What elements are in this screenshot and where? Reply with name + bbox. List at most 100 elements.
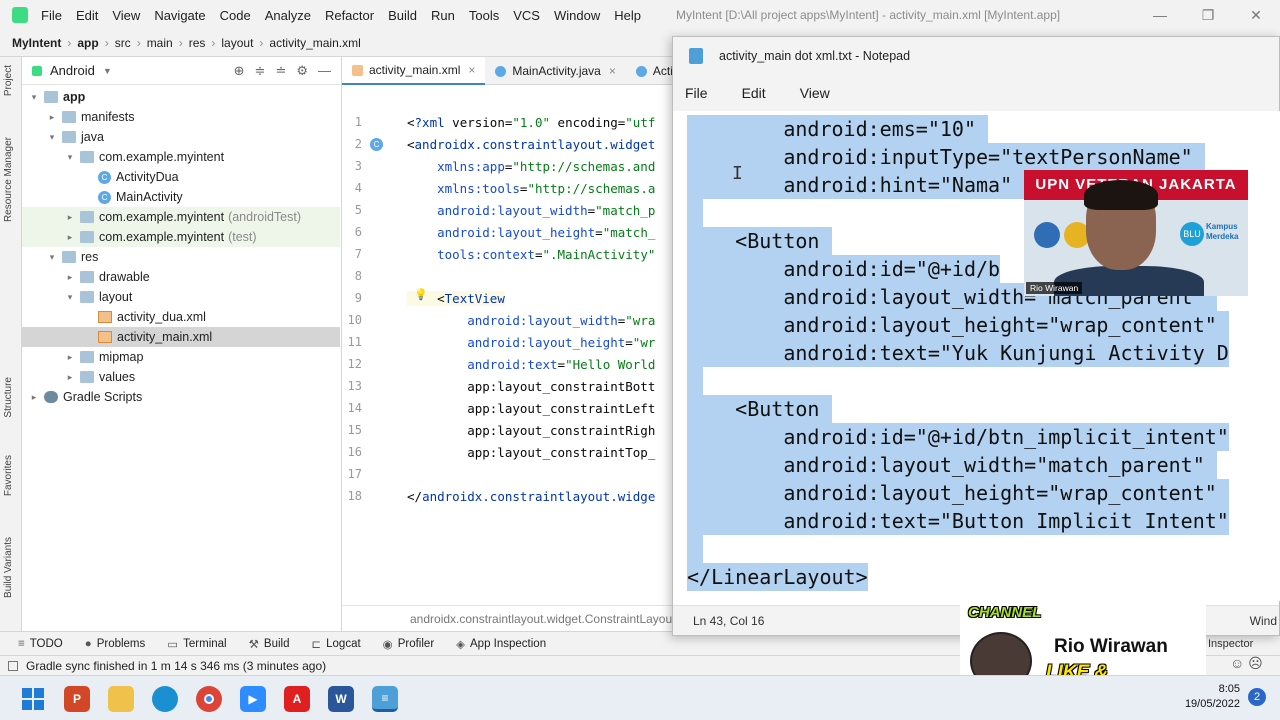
code-line[interactable]: app:layout_constraintBott <box>407 379 655 394</box>
tree-item[interactable]: activity_main.xml <box>22 327 340 347</box>
tree-item[interactable]: ▾ layout <box>22 287 340 307</box>
menu-refactor[interactable]: Refactor <box>318 8 381 23</box>
code-line[interactable]: android:layout_height="match_ <box>407 225 655 240</box>
tree-item[interactable]: ▾ res <box>22 247 340 267</box>
code-line[interactable]: <?xml version="1.0" encoding="utf <box>407 115 655 130</box>
tool-project[interactable]: Project <box>3 65 14 96</box>
tool-favorites[interactable]: Favorites <box>3 455 14 496</box>
tool-terminal[interactable]: ▭ Terminal <box>167 637 226 651</box>
tree-item[interactable]: C ActivityDua <box>22 167 340 187</box>
notification-badge[interactable]: 2 <box>1248 688 1266 706</box>
np-menu-edit[interactable]: Edit <box>742 85 766 101</box>
tree-item[interactable]: ▸ Gradle Scripts <box>22 387 340 407</box>
tool-app-inspection[interactable]: ◈ App Inspection <box>456 637 546 651</box>
menu-analyze[interactable]: Analyze <box>258 8 318 23</box>
tool-profiler[interactable]: ◉ Profiler <box>383 637 434 651</box>
tool-todo[interactable]: ≡ TODO <box>18 638 63 650</box>
chevron-icon[interactable]: ▸ <box>28 392 40 403</box>
notepad-line[interactable] <box>687 199 703 227</box>
hide-icon[interactable]: — <box>318 63 331 79</box>
code-line[interactable]: android:layout_width="wra <box>407 313 655 328</box>
close-icon[interactable]: ✕ <box>1232 0 1280 30</box>
close-icon[interactable]: × <box>609 64 616 78</box>
code-line[interactable]: android:text="Hello World <box>407 357 655 372</box>
zoom-icon[interactable]: ▶ <box>240 686 266 712</box>
tab-activity-main[interactable]: activity_main.xml × <box>342 57 486 85</box>
crumb-project[interactable]: MyIntent <box>12 36 61 50</box>
tree-item[interactable]: ▸ manifests <box>22 107 340 127</box>
expand-all-icon[interactable]: ≑ <box>255 63 266 79</box>
tree-item[interactable]: C MainActivity <box>22 187 340 207</box>
code-line[interactable]: </androidx.constraintlayout.widge <box>407 489 655 504</box>
powerpoint-icon[interactable]: P <box>64 686 90 712</box>
notepad-line[interactable]: android:id="@+id/btn_implicit_intent" <box>687 423 1229 451</box>
crumb-main[interactable]: main <box>147 36 173 50</box>
locate-icon[interactable]: ⊕ <box>234 63 245 79</box>
close-icon[interactable]: × <box>468 63 475 77</box>
notepad-line[interactable]: android:text="Button Implicit Intent" <box>687 507 1229 535</box>
status-icon[interactable] <box>8 660 18 671</box>
inspector-label[interactable]: Inspector <box>1208 638 1253 650</box>
word-icon[interactable]: W <box>328 686 354 712</box>
menu-view[interactable]: View <box>105 8 147 23</box>
menu-tools[interactable]: Tools <box>462 8 506 23</box>
menu-code[interactable]: Code <box>213 8 258 23</box>
chrome-icon[interactable] <box>196 686 222 712</box>
notepad-line[interactable]: android:ems="10" <box>687 115 989 143</box>
notepad-line[interactable]: <Button <box>687 227 832 255</box>
restore-icon[interactable]: ❐ <box>1184 0 1232 30</box>
notepad-line[interactable]: </LinearLayout> <box>687 563 868 591</box>
chevron-icon[interactable]: ▸ <box>64 372 76 383</box>
tool-structure[interactable]: Structure <box>3 377 14 418</box>
tab-mainactivity[interactable]: MainActivity.java × <box>485 57 626 85</box>
chevron-icon[interactable]: ▾ <box>64 292 76 303</box>
menu-help[interactable]: Help <box>607 8 648 23</box>
np-menu-view[interactable]: View <box>800 85 830 101</box>
menu-edit[interactable]: Edit <box>69 8 105 23</box>
chevron-icon[interactable]: ▸ <box>64 212 76 223</box>
tree-item[interactable]: ▸ drawable <box>22 267 340 287</box>
notepad-line[interactable]: android:text="Yuk Kunjungi Activity D <box>687 339 1229 367</box>
tree-item[interactable]: ▾ com.example.myintent <box>22 147 340 167</box>
chevron-down-icon[interactable]: ▼ <box>103 66 112 76</box>
tool-build-variants[interactable]: Build Variants <box>3 537 14 598</box>
lightbulb-icon[interactable]: 💡 <box>414 288 428 301</box>
crumb-file[interactable]: activity_main.xml <box>269 36 360 50</box>
minimize-icon[interactable]: — <box>1136 0 1184 30</box>
tool-build[interactable]: ⚒ Build <box>249 637 290 651</box>
code-line[interactable]: android:layout_height="wr <box>407 335 655 350</box>
notepad-line[interactable]: android:id="@+id/b <box>687 255 1001 283</box>
crumb-res[interactable]: res <box>189 36 206 50</box>
chevron-icon[interactable]: ▾ <box>64 152 76 163</box>
tool-problems[interactable]: ● Problems <box>85 638 146 650</box>
tree-item[interactable]: ▸ com.example.myintent (androidTest) <box>22 207 340 227</box>
menu-build[interactable]: Build <box>381 8 424 23</box>
tree-item[interactable]: ▾ java <box>22 127 340 147</box>
gear-icon[interactable]: ⚙ <box>296 63 308 79</box>
feedback-icon[interactable]: ☺ ☹ <box>1230 655 1263 672</box>
editor-crumb-text[interactable]: androidx.constraintlayout.widget.Constra… <box>410 612 676 626</box>
chevron-icon[interactable]: ▸ <box>64 232 76 243</box>
menu-navigate[interactable]: Navigate <box>147 8 212 23</box>
chevron-icon[interactable]: ▸ <box>64 352 76 363</box>
notepad-line[interactable]: android:layout_height="wrap_content" <box>687 311 1229 339</box>
code-line[interactable]: tools:context=".MainActivity" <box>407 247 655 262</box>
notepad-line[interactable]: android:inputType="textPersonName" <box>687 143 1205 171</box>
notepad-line[interactable]: android:layout_width="match_parent" <box>687 451 1217 479</box>
code-line[interactable]: android:layout_width="match_p <box>407 203 655 218</box>
class-gutter-icon[interactable]: C <box>370 138 383 151</box>
tool-resource-manager[interactable]: Resource Manager <box>3 137 14 222</box>
code-line[interactable]: app:layout_constraintRigh <box>407 423 655 438</box>
collapse-all-icon[interactable]: ≐ <box>275 63 286 79</box>
crumb-app[interactable]: app <box>77 36 98 50</box>
crumb-layout[interactable]: layout <box>221 36 253 50</box>
crumb-src[interactable]: src <box>115 36 131 50</box>
code-line[interactable]: xmlns:app="http://schemas.and <box>407 159 655 174</box>
code-line[interactable]: app:layout_constraintTop_ <box>407 445 655 460</box>
notepad-line[interactable] <box>687 367 703 395</box>
project-view-select[interactable]: Android <box>50 63 95 78</box>
windows-start-icon[interactable] <box>20 686 46 712</box>
notepad-line[interactable] <box>687 535 703 563</box>
menu-run[interactable]: Run <box>424 8 462 23</box>
tree-item[interactable]: ▾ app <box>22 87 340 107</box>
